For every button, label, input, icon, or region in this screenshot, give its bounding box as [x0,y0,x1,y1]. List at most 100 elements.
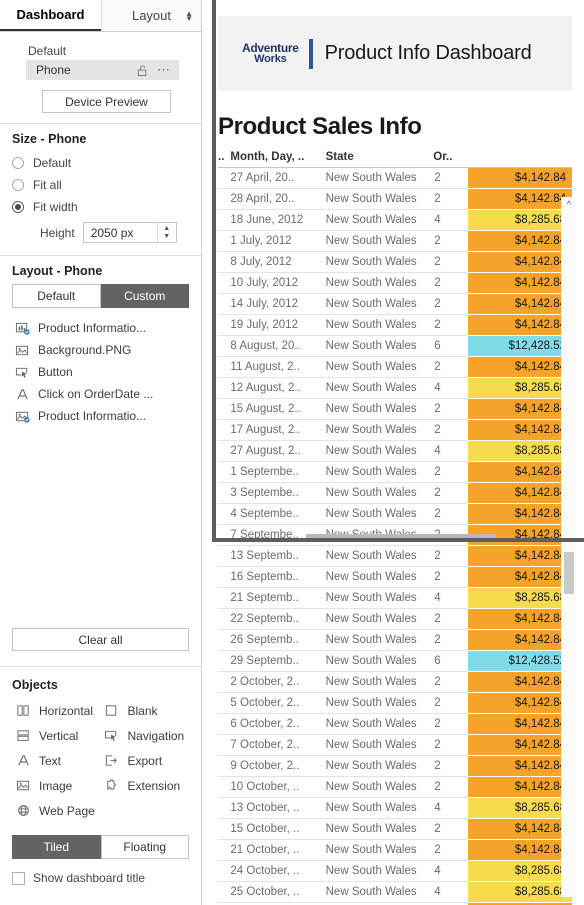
object-blank[interactable]: Blank [101,698,190,723]
column-header-state[interactable]: State [325,151,434,168]
height-stepper-arrows[interactable]: ▲ ▼ [156,223,176,242]
show-dashboard-title-row[interactable]: Show dashboard title [12,871,189,885]
cell-sales: $4,142.84 [468,251,572,273]
table-row[interactable]: 18 June, 2012 New South Wales 4 $8,285.68 [218,209,572,231]
table-row[interactable]: 5 October, 2.. New South Wales 2 $4,142.84 [218,692,572,714]
table-vertical-scrollbar[interactable]: ^ [561,197,576,897]
cell-state: New South Wales [325,566,434,588]
ellipsis-icon[interactable]: ⋯ [157,63,171,76]
cell-date: 10 July, 2012 [230,272,326,294]
table-row[interactable]: 21 October, .. New South Wales 2 $4,142.84 [218,839,572,861]
table-row[interactable]: 10 July, 2012 New South Wales 2 $4,142.84 [218,272,572,294]
cell-date: 15 October, .. [230,818,326,840]
table-row[interactable]: 1 July, 2012 New South Wales 2 $4,142.84 [218,230,572,252]
height-value[interactable]: 2050 px [84,223,157,242]
radio-fit-all[interactable] [12,179,24,191]
cell-state: New South Wales [325,335,434,357]
horizontal-scrollbar[interactable] [306,534,496,539]
layout-mode-default[interactable]: Default [12,284,101,308]
size-option-fit-all[interactable]: Fit all [12,174,189,196]
height-stepper[interactable]: 2050 px ▲ ▼ [82,222,177,243]
tab-dashboard[interactable]: Dashboard [0,0,101,31]
column-header-order[interactable]: Or.. [433,151,469,168]
table-row[interactable]: 27 April, 20.. New South Wales 2 $4,142.84 [218,167,572,189]
cell-date: 26 Septemb.. [230,629,326,651]
table-row[interactable]: 15 October, .. New South Wales 2 $4,142.84 [218,818,572,840]
cell-quantity: 4 [433,860,469,882]
spinner-icon[interactable]: ▲ ▼ [185,9,193,22]
cell-date: 27 April, 20.. [230,167,326,189]
radio-fit-width[interactable] [12,201,24,213]
table-row[interactable]: 13 Septemb.. New South Wales 2 $4,142.84 [218,545,572,567]
size-option-default[interactable]: Default [12,152,189,174]
table-row[interactable]: 12 August, 2.. New South Wales 4 $8,285.68 [218,377,572,399]
table-row[interactable]: 9 October, 2.. New South Wales 2 $4,142.84 [218,755,572,777]
layout-mode-custom[interactable]: Custom [100,284,189,308]
scrollbar-thumb[interactable] [564,552,574,594]
table-row[interactable]: 24 October, .. New South Wales 4 $8,285.68 [218,860,572,882]
cell-sales: $12,428.52 [468,335,572,357]
cell-date: 2 October, 2.. [230,671,326,693]
table-row[interactable]: 6 October, 2.. New South Wales 2 $4,142.84 [218,713,572,735]
table-row[interactable]: 22 Septemb.. New South Wales 2 $4,142.84 [218,608,572,630]
scroll-up-icon[interactable]: ^ [562,197,576,211]
object-image[interactable]: Image [12,773,101,798]
table-row[interactable]: 19 July, 2012 New South Wales 2 $4,142.84 [218,314,572,336]
list-item[interactable]: Click on OrderDate ... [12,384,189,404]
table-row[interactable]: 4 Septembe.. New South Wales 2 $4,142.84 [218,503,572,525]
placement-floating[interactable]: Floating [100,835,189,859]
table-row[interactable]: 21 Septemb.. New South Wales 4 $8,285.68 [218,587,572,609]
object-navigation[interactable]: Navigation [101,723,190,748]
list-item[interactable]: Product Informatio... [12,318,189,338]
column-header-sales[interactable] [468,151,572,168]
clear-all-button[interactable]: Clear all [12,628,189,651]
table-row[interactable]: 14 July, 2012 New South Wales 2 $4,142.84 [218,293,572,315]
list-item[interactable]: Button [12,362,189,382]
table-row[interactable]: 16 Septemb.. New South Wales 2 $4,142.84 [218,566,572,588]
table-row[interactable]: 3 Septembe.. New South Wales 2 $4,142.84 [218,482,572,504]
column-header-index[interactable]: .. [218,151,231,168]
object-text[interactable]: Text [12,748,101,773]
list-item[interactable]: Product Informatio... [12,406,189,426]
table-row[interactable]: 15 August, 2.. New South Wales 2 $4,142.84 [218,398,572,420]
device-preview-button[interactable]: Device Preview [42,90,171,113]
object-export[interactable]: Export [101,748,190,773]
navigation-icon [101,728,123,743]
cell-state: New South Wales [325,713,434,735]
object-extension[interactable]: Extension [101,773,190,798]
cell-quantity: 4 [433,797,469,819]
list-item-label: Click on OrderDate ... [38,387,154,401]
table-row[interactable]: 28 April, 20.. New South Wales 2 $4,142.84 [218,188,572,210]
object-web-page[interactable]: Web Page [12,798,101,823]
object-vertical[interactable]: Vertical [12,723,101,748]
cell-index [218,461,231,483]
placement-tiled[interactable]: Tiled [12,835,101,859]
table-row[interactable]: 26 Septemb.. New South Wales 2 $4,142.84 [218,629,572,651]
list-item-label: Product Informatio... [38,409,147,423]
cell-index [218,377,231,399]
table-row[interactable]: 10 October, .. New South Wales 2 $4,142.84 [218,776,572,798]
table-row[interactable]: 11 August, 2.. New South Wales 2 $4,142.84 [218,356,572,378]
object-horizontal[interactable]: Horizontal [12,698,101,723]
table-row[interactable]: 1 Septembe.. New South Wales 2 $4,142.84 [218,461,572,483]
table-row[interactable]: 8 August, 20.. New South Wales 6 $12,428.52 [218,335,572,357]
unlock-icon[interactable] [136,64,149,77]
table-row[interactable]: 27 August, 2.. New South Wales 4 $8,285.68 [218,440,572,462]
table-row[interactable]: 8 July, 2012 New South Wales 2 $4,142.84 [218,251,572,273]
table-row[interactable]: 13 October, .. New South Wales 4 $8,285.68 [218,797,572,819]
device-item-phone[interactable]: Phone ⋯ [26,60,179,80]
stepper-down-icon[interactable]: ▼ [163,233,170,241]
table-row[interactable]: 7 October, 2.. New South Wales 2 $4,142.84 [218,734,572,756]
stepper-up-icon[interactable]: ▲ [163,225,170,233]
column-header-date[interactable]: Month, Day, .. [230,151,326,168]
table-row[interactable]: 29 Septemb.. New South Wales 6 $12,428.52 [218,650,572,672]
show-dashboard-title-checkbox[interactable] [12,871,25,885]
list-item[interactable]: Background.PNG [12,340,189,360]
radio-default[interactable] [12,157,24,169]
tab-layout[interactable]: Layout ▲ ▼ [101,0,201,31]
table-row[interactable]: 25 October, .. New South Wales 4 $8,285.68 [218,881,572,903]
table-row[interactable]: 17 August, 2.. New South Wales 2 $4,142.84 [218,419,572,441]
table-row[interactable]: 2 October, 2.. New South Wales 2 $4,142.84 [218,671,572,693]
size-option-fit-width[interactable]: Fit width [12,196,189,218]
cell-sales: $4,142.84 [468,818,572,840]
